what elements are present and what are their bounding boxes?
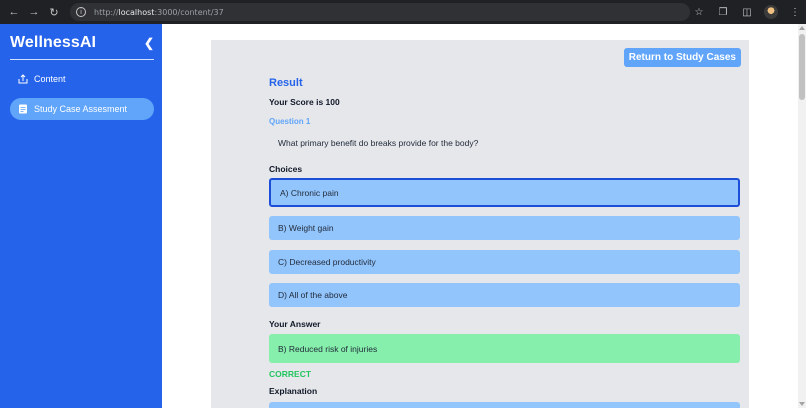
upload-box-icon xyxy=(18,74,28,84)
correct-status: CORRECT xyxy=(269,369,312,379)
site-info-icon[interactable]: i xyxy=(76,7,86,17)
your-answer-box: B) Reduced risk of injuries xyxy=(269,334,740,363)
choices-label: Choices xyxy=(269,164,303,174)
explanation-box xyxy=(269,402,740,408)
your-answer-label: Your Answer xyxy=(269,319,321,329)
choice-c[interactable]: C) Decreased productivity xyxy=(269,250,740,274)
choice-b[interactable]: B) Weight gain xyxy=(269,216,740,240)
profile-avatar[interactable] xyxy=(764,5,778,19)
back-arrow-icon[interactable]: ← xyxy=(6,4,22,20)
document-icon xyxy=(18,104,28,114)
menu-dots-icon[interactable]: ⋮ xyxy=(788,5,802,19)
forward-arrow-icon[interactable]: → xyxy=(26,4,42,20)
extensions-icon[interactable]: ❐ xyxy=(716,5,730,19)
reload-icon[interactable]: ↻ xyxy=(46,4,62,20)
question-label: Question 1 xyxy=(269,117,311,126)
result-card: Return to Study Cases Result Your Score … xyxy=(211,40,749,408)
sidebar-item-label: Study Case Assesment xyxy=(34,104,128,114)
choice-a[interactable]: A) Chronic pain xyxy=(269,178,740,207)
score-text: Your Score is 100 xyxy=(269,97,340,107)
address-bar[interactable]: i http://localhost:3000/content/37 xyxy=(70,3,690,21)
result-title: Result xyxy=(269,77,303,89)
sidebar-divider xyxy=(10,59,154,60)
main-content: Return to Study Cases Result Your Score … xyxy=(162,24,798,408)
scroll-thumb[interactable] xyxy=(799,34,805,100)
explanation-label: Explanation xyxy=(269,386,318,396)
sidebar: WellnessAI ❮ Content Study Case Assesmen… xyxy=(0,24,162,408)
question-text: What primary benefit do breaks provide f… xyxy=(278,138,479,148)
scroll-down-arrow-icon[interactable] xyxy=(799,402,805,406)
url-prefix: http:// xyxy=(94,7,119,17)
sidebar-item-content[interactable]: Content xyxy=(10,68,154,90)
return-to-study-cases-button[interactable]: Return to Study Cases xyxy=(623,48,741,67)
brand-title: WellnessAI xyxy=(10,34,97,51)
choice-d[interactable]: D) All of the above xyxy=(269,283,740,307)
url-text: http://localhost:3000/content/37 xyxy=(94,8,224,17)
star-icon[interactable]: ☆ xyxy=(692,5,706,19)
sidebar-item-study-case-assesment[interactable]: Study Case Assesment xyxy=(10,98,154,120)
sidebar-item-label: Content xyxy=(34,74,66,84)
browser-actions: ☆ ❐ ◫ ⋮ xyxy=(692,4,802,20)
page-scrollbar[interactable] xyxy=(798,24,806,408)
scroll-up-arrow-icon[interactable] xyxy=(799,26,805,30)
browser-toolbar: ← → ↻ i http://localhost:3000/content/37… xyxy=(0,0,806,24)
chevron-left-icon[interactable]: ❮ xyxy=(144,36,154,50)
url-path: :3000/content/37 xyxy=(154,7,224,17)
sidepanel-icon[interactable]: ◫ xyxy=(740,5,754,19)
url-host: localhost xyxy=(118,7,155,17)
